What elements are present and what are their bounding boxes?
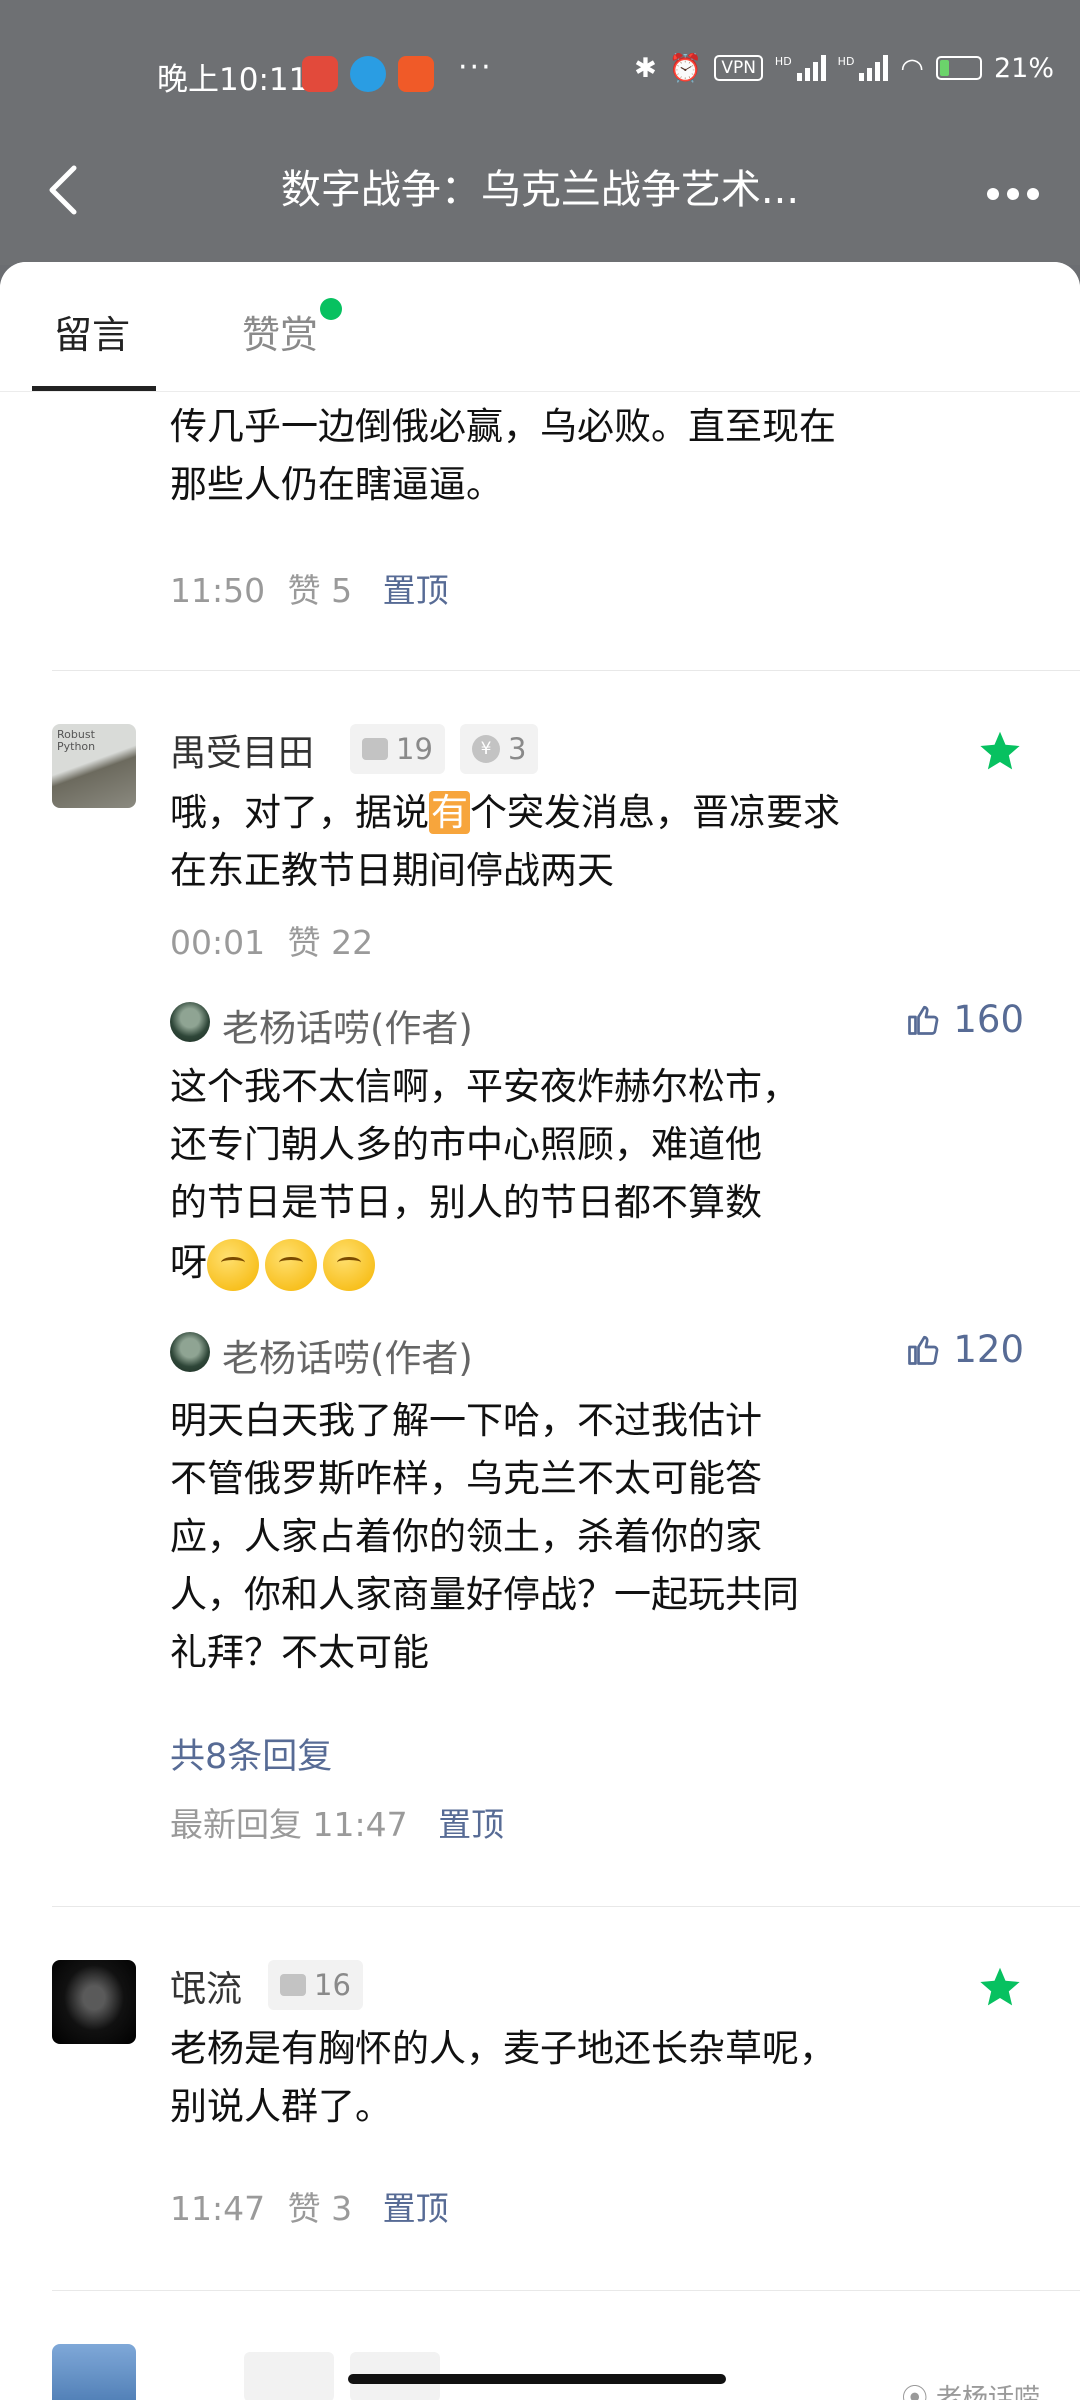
pin-button[interactable]: 置顶 <box>383 2189 449 2228</box>
thinking-emoji-icon <box>265 1238 317 1291</box>
news-notification-icon <box>398 56 434 92</box>
comment-time: 11:50 <box>170 571 266 610</box>
status-time: 晚上10:11 <box>157 62 309 98</box>
avatar-text: Robust Python <box>57 728 96 753</box>
title-bar: 数字战争：乌克兰战争艺术... <box>0 150 1080 265</box>
reply-text-line: 明天白天我了解一下哈，不过我估计 <box>170 1399 762 1442</box>
comment-time: 00:01 <box>170 923 266 962</box>
comment-text-line: 别说人群了。 <box>170 2085 392 2128</box>
reply-like-count: 160 <box>953 998 1024 1041</box>
commenter-name[interactable]: 禺受目田 <box>170 724 314 776</box>
divider <box>52 670 1080 671</box>
signal-icon: HD <box>775 55 826 81</box>
reply-like-button[interactable]: 120 <box>905 1328 1024 1371</box>
tab-bar: 留言 赞赏 <box>0 262 1080 392</box>
thinking-emoji-icon <box>207 1238 259 1291</box>
divider <box>52 1906 1080 1907</box>
reply-text-line: 呀 <box>170 1234 381 1292</box>
app-notification-icon <box>302 56 338 92</box>
alarm-icon: ⏰ <box>668 53 703 84</box>
reply-text-line: 不管俄罗斯咋样，乌克兰不太可能答 <box>170 1457 762 1500</box>
wechat-icon: ⦿ <box>901 2384 936 2400</box>
comment-count-badge: 16 <box>268 1960 363 2010</box>
browser-notification-icon <box>350 56 386 92</box>
comment-count: 16 <box>314 1968 351 2002</box>
comment-likes[interactable]: 赞 3 <box>288 2189 353 2228</box>
reward-count-badge: ¥ 3 <box>460 724 539 774</box>
comment-count: 19 <box>396 732 433 766</box>
avatar[interactable] <box>52 2344 136 2400</box>
status-indicators: ✱ ⏰ VPN HD HD ◠ 21% <box>634 52 1054 85</box>
avatar[interactable] <box>52 1960 136 2044</box>
avatar[interactable]: Robust Python <box>52 724 136 808</box>
comment-text-line: 哦，对了，据说有个突发消息，晋凉要求 <box>170 791 840 834</box>
reply-like-button[interactable]: 160 <box>905 998 1024 1041</box>
bluetooth-icon: ✱ <box>634 52 657 84</box>
reply-text-line: 人，你和人家商量好停战？一起玩共同 <box>170 1573 799 1616</box>
battery-level: 21% <box>993 52 1054 84</box>
reply-like-count: 120 <box>953 1328 1024 1371</box>
comment-count-badge <box>244 2352 334 2400</box>
pin-button[interactable]: 置顶 <box>438 1805 504 1844</box>
reply-author-name: 老杨话唠(作者) <box>222 1337 473 1380</box>
author-avatar[interactable] <box>170 1332 210 1372</box>
author-avatar[interactable] <box>170 1002 210 1042</box>
comment-meta: 11:47 赞 3 置顶 <box>170 2182 449 2230</box>
thinking-emoji-icon <box>323 1238 375 1291</box>
divider <box>52 2290 1080 2291</box>
featured-star-icon <box>980 731 1020 770</box>
view-all-replies-link[interactable]: 共8条回复 <box>170 1728 332 1779</box>
signal-icon-2: HD <box>838 55 889 81</box>
reply-text-line: 应，人家占着你的领土，杀着你的家 <box>170 1515 762 1558</box>
comment-likes[interactable]: 赞 22 <box>288 923 373 962</box>
reply-text-line: 礼拜？不太可能 <box>170 1631 429 1674</box>
comment-likes[interactable]: 赞 5 <box>288 571 353 610</box>
comment-icon <box>362 738 388 760</box>
more-notifications-icon: ··· <box>458 50 493 85</box>
comment-time: 11:47 <box>170 2189 266 2228</box>
reply-author-name: 老杨话唠(作者) <box>222 1007 473 1050</box>
page-title: 数字战争：乌克兰战争艺术... <box>280 167 800 213</box>
tab-comments[interactable]: 留言 <box>54 304 130 359</box>
latest-reply-time: 最新回复 11:47 <box>170 1805 408 1844</box>
commenter-name[interactable]: 氓流 <box>170 1960 242 2012</box>
more-button[interactable] <box>986 150 1040 230</box>
comment-meta: 11:50 赞 5 置顶 <box>170 564 449 612</box>
home-indicator[interactable] <box>348 2374 726 2384</box>
comment-text-line: 那些人仍在瞎逼逼。 <box>170 463 503 506</box>
thumbs-up-icon <box>908 1335 939 1365</box>
comment-meta: 00:01 赞 22 <box>170 916 373 964</box>
comment-list[interactable]: 一 根本的略性(预见性)。那时的网上 传几乎一边倒俄必赢，乌必败。直至现在 那些… <box>0 392 1080 2400</box>
comment-count-badge: 19 <box>350 724 445 774</box>
comment-text-line: 传几乎一边倒俄必赢，乌必败。直至现在 <box>170 405 836 448</box>
yen-coin-icon: ¥ <box>472 735 500 763</box>
reply-text-line: 还专门朝人多的市中心照顾，难道他 <box>170 1123 762 1166</box>
comment-icon <box>280 1974 306 1996</box>
battery-icon <box>935 56 982 80</box>
status-bar: 晚上10:11 ··· ✱ ⏰ VPN HD HD ◠ 21% <box>0 0 1080 150</box>
comment-meta: 最新回复 11:47 置顶 <box>170 1798 504 1846</box>
active-tab-underline <box>32 386 156 391</box>
more-horizontal-icon <box>987 188 1039 200</box>
comments-sheet: 留言 赞赏 一 根本的略性(预见性)。那时的网上 传几乎一边倒俄必赢，乌必败。直… <box>0 262 1080 2400</box>
reply-text-line: 这个我不太信啊，平安夜炸赫尔松市， <box>170 1065 799 1108</box>
reply-text-line: 的节日是节日，别人的节日都不算数 <box>170 1181 762 1224</box>
pin-button[interactable]: 置顶 <box>383 571 449 610</box>
tab-reward[interactable]: 赞赏 <box>242 304 318 359</box>
reward-count: 3 <box>508 732 527 766</box>
new-indicator-dot <box>320 298 342 320</box>
wifi-icon: ◠ <box>900 52 924 84</box>
featured-star-icon <box>980 1967 1020 2006</box>
comment-text-line: 老杨是有胸怀的人，麦子地还长杂草呢， <box>170 2027 836 2070</box>
vpn-icon: VPN <box>714 55 763 81</box>
thumbs-up-icon <box>908 1005 939 1035</box>
watermark: ⦿ 老杨话唠 <box>902 2378 1040 2400</box>
comment-text-line: 在东正教节日期间停战两天 <box>170 849 614 892</box>
